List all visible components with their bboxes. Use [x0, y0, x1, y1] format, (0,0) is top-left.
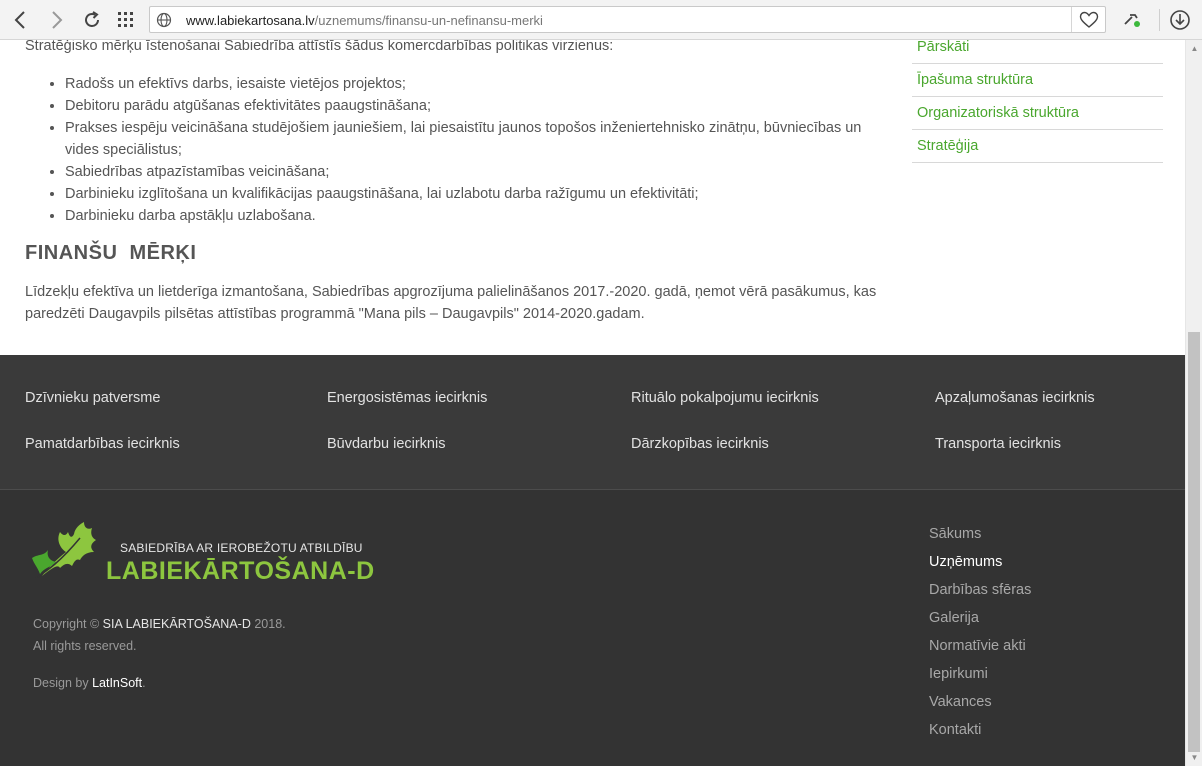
forward-icon[interactable] — [45, 8, 69, 32]
company-tagline: SABIEDRĪBA AR IEROBEŽOTU ATBILDĪBU — [120, 541, 363, 555]
intro-text: Stratēģisko mērķu īstenošanai Sabiedrība… — [25, 40, 614, 54]
list-item: Darbinieku darba apstākļu uzlabošana. — [65, 205, 885, 227]
side-menu-item-ipasuma-struktura[interactable]: Īpašuma struktūra — [912, 64, 1163, 97]
url-path: /uznemums/finansu-un-nefinansu-merki — [314, 13, 543, 28]
section-heading: FINANŠU MĒRĶI — [25, 242, 197, 264]
back-icon[interactable] — [8, 8, 32, 32]
side-menu: Pārskāti Īpašuma struktūra Organizatoris… — [912, 40, 1163, 163]
goals-list: Radošs un efektīvs darbs, iesaiste vietē… — [65, 73, 885, 227]
url-host: www.labiekartosana.lv — [186, 13, 315, 28]
side-menu-item-parskati[interactable]: Pārskāti — [912, 40, 1163, 64]
rights-text: All rights reserved. — [33, 639, 137, 653]
address-bar[interactable]: www.labiekartosana.lv/uznemums/finansu-u… — [149, 6, 1106, 33]
footer-nav-item-kontakti[interactable]: Kontakti — [929, 716, 1129, 744]
footer-nav-item-iepirkumi[interactable]: Iepirkumi — [929, 660, 1129, 688]
oak-leaf-logo-icon[interactable] — [30, 518, 100, 582]
footer-link[interactable]: Būvdarbu iecirknis — [327, 436, 445, 452]
company-name: LABIEKĀRTOŠANA-D — [106, 557, 375, 585]
footer-nav-item-normativie-akti[interactable]: Normatīvie akti — [929, 632, 1129, 660]
list-item: Debitoru parādu atgūšanas efektivitātes … — [65, 95, 885, 117]
design-credit: Design by LatInSoft. — [33, 676, 146, 690]
footer-nav-item-uznemums[interactable]: Uzņēmums — [929, 548, 1129, 576]
footer: SABIEDRĪBA AR IEROBEŽOTU ATBILDĪBU LABIE… — [0, 490, 1185, 766]
footer-link[interactable]: Pamatdarbības iecirknis — [25, 436, 180, 452]
footer-divisions: Dzīvnieku patversme Energosistēmas iecir… — [0, 355, 1185, 490]
url-text: www.labiekartosana.lv/uznemums/finansu-u… — [186, 13, 543, 28]
copyright-prefix: Copyright © — [33, 617, 103, 631]
main-content: Stratēģisko mērķu īstenošanai Sabiedrība… — [0, 40, 1185, 355]
globe-icon — [156, 12, 172, 28]
side-menu-item-organizatoriska-struktura[interactable]: Organizatoriskā struktūra — [912, 97, 1163, 130]
copyright-owner: SIA LABIEKĀRTOŠANA-D — [102, 617, 251, 631]
design-suffix: . — [142, 676, 146, 690]
footer-nav-item-darbibas-sferas[interactable]: Darbības sfēras — [929, 576, 1129, 604]
extension-icon[interactable] — [1120, 8, 1144, 32]
footer-nav-item-vakances[interactable]: Vakances — [929, 688, 1129, 716]
designer-link[interactable]: LatInSoft — [92, 676, 142, 690]
copyright: Copyright © SIA LABIEKĀRTOŠANA-D 2018. A… — [33, 613, 286, 657]
browser-toolbar: www.labiekartosana.lv/uznemums/finansu-u… — [0, 0, 1202, 40]
footer-nav-item-galerija[interactable]: Galerija — [929, 604, 1129, 632]
list-item: Radošs un efektīvs darbs, iesaiste vietē… — [65, 73, 885, 95]
footer-link[interactable]: Energosistēmas iecirknis — [327, 390, 487, 406]
speed-dial-icon[interactable] — [114, 8, 138, 32]
vertical-scrollbar[interactable]: ▲ ▼ — [1185, 40, 1202, 766]
reload-icon[interactable] — [80, 8, 104, 32]
footer-link[interactable]: Transporta iecirknis — [935, 436, 1061, 452]
list-item: Prakses iespēju veicināšana studējošiem … — [65, 117, 885, 161]
footer-link[interactable]: Rituālo pokalpojumu iecirknis — [631, 390, 819, 406]
footer-link[interactable]: Apzaļumošanas iecirknis — [935, 390, 1095, 406]
bookmark-heart-icon[interactable] — [1079, 11, 1099, 29]
footer-nav: Sākums Uzņēmums Darbības sfēras Galerija… — [929, 520, 1129, 744]
copyright-year: 2018. — [250, 617, 286, 631]
section-paragraph: Līdzekļu efektīva un lietderīga izmantoš… — [25, 284, 877, 322]
scroll-up-arrow-icon[interactable]: ▲ — [1186, 40, 1202, 57]
footer-nav-item-sakums[interactable]: Sākums — [929, 520, 1129, 548]
list-item: Darbinieku izglītošana un kvalifikācijas… — [65, 183, 885, 205]
list-item: Sabiedrības atpazīstamības veicināšana; — [65, 161, 885, 183]
scrollbar-thumb[interactable] — [1188, 332, 1200, 752]
design-prefix: Design by — [33, 676, 93, 690]
download-icon[interactable] — [1168, 8, 1192, 32]
side-menu-item-strategija[interactable]: Stratēģija — [912, 130, 1163, 163]
footer-link[interactable]: Dārzkopības iecirknis — [631, 436, 769, 452]
scroll-down-arrow-icon[interactable]: ▼ — [1186, 749, 1202, 766]
footer-link[interactable]: Dzīvnieku patversme — [25, 390, 160, 406]
